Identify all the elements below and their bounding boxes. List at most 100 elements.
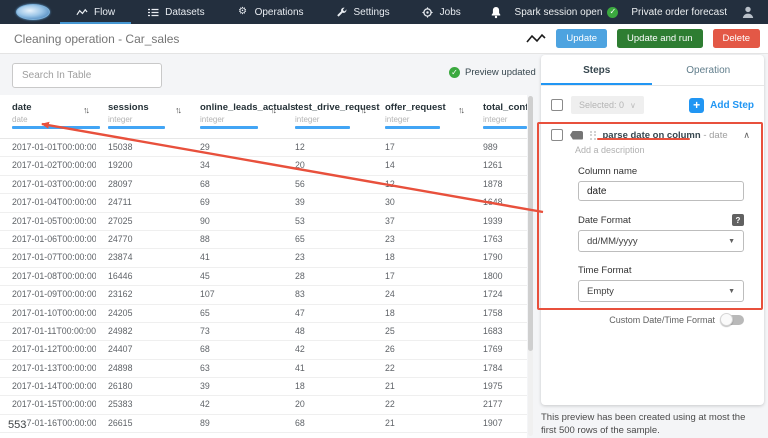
sort-icon[interactable]: ↑↓	[175, 105, 180, 115]
select-all-checkbox[interactable]	[551, 99, 563, 111]
table-header-row: date date ↑↓ sessions integer ↑↓ online_…	[0, 95, 527, 139]
nav-item-settings[interactable]: Settings	[320, 0, 406, 24]
column-header-online-leads-actuals[interactable]: online_leads_actuals integer ↑↓	[188, 95, 283, 138]
table-scrollbar[interactable]	[528, 96, 533, 436]
table-row[interactable]: 2017-01-12T00:00:00.000Z244076842261769	[0, 341, 527, 359]
title-bar-actions: Update Update and run Delete	[526, 29, 768, 48]
table-row[interactable]: 2017-01-08T00:00:00.000Z164464528171800	[0, 268, 527, 286]
chevron-up-icon[interactable]: ∧	[743, 130, 750, 141]
table-row[interactable]: 2017-01-02T00:00:00.000Z192003420141261	[0, 157, 527, 175]
nav-item-operations[interactable]: ⚙ Operations	[221, 0, 320, 24]
table-cell: 1800	[471, 268, 527, 285]
table-cell: 15038	[96, 139, 188, 156]
table-row[interactable]: 2017-01-15T00:00:00.000Z253834220222177	[0, 396, 527, 414]
table-cell: 25	[373, 323, 471, 340]
table-row[interactable]: 2017-01-11T00:00:00.000Z249827348251683	[0, 323, 527, 341]
date-format-select[interactable]: dd/MM/yyyy ▼	[578, 230, 744, 252]
delete-button[interactable]: Delete	[713, 29, 760, 48]
column-header-offer-request[interactable]: offer_request integer ↑↓	[373, 95, 471, 138]
user-avatar-icon[interactable]	[740, 4, 756, 20]
search-input[interactable]	[12, 63, 162, 88]
table-scrollbar-thumb[interactable]	[528, 96, 533, 351]
help-icon[interactable]: ?	[732, 214, 744, 226]
table-row[interactable]: 2017-01-16T00:00:00.000Z266158968211907	[0, 415, 527, 433]
table-cell: 2017-01-01T00:00:00.000Z	[0, 139, 96, 156]
table-cell: 69	[188, 194, 283, 211]
settings-wrench-icon	[336, 6, 348, 18]
table-cell: 42	[283, 341, 373, 358]
sort-icon[interactable]: ↑↓	[83, 105, 88, 115]
nav-item-jobs[interactable]: Jobs	[406, 0, 477, 24]
table-row[interactable]: 2017-01-03T00:00:00.000Z280976856121878	[0, 176, 527, 194]
sort-icon[interactable]: ↑↓	[458, 105, 463, 115]
add-step-label: Add Step	[710, 100, 754, 111]
table-cell: 14	[373, 157, 471, 174]
table-cell: 26	[373, 341, 471, 358]
selected-dropdown[interactable]: Selected: 0 ∨	[571, 96, 644, 114]
app-logo[interactable]	[16, 4, 50, 20]
table-row[interactable]: 2017-01-14T00:00:00.000Z261803918211975	[0, 378, 527, 396]
flow-chart-icon[interactable]	[526, 33, 546, 45]
table-cell: 20	[283, 157, 373, 174]
custom-format-toggle[interactable]	[722, 315, 744, 325]
table-row[interactable]: 2017-01-06T00:00:00.000Z247708865231763	[0, 231, 527, 249]
plus-icon: +	[689, 98, 704, 113]
column-header-test-drive-request[interactable]: test_drive_request integer ↑↓	[283, 95, 373, 138]
sort-icon[interactable]: ↑↓	[270, 105, 275, 115]
page-title: Cleaning operation - Car_sales	[14, 32, 179, 46]
table-cell: 1683	[471, 323, 527, 340]
drag-handle-icon[interactable]	[590, 131, 596, 140]
tab-operation[interactable]: Operation	[653, 55, 765, 85]
table-row[interactable]: 2017-01-07T00:00:00.000Z238744123181790	[0, 249, 527, 267]
jobs-icon	[422, 6, 434, 18]
table-row[interactable]: 2017-01-09T00:00:00.000Z2316210783241724	[0, 286, 527, 304]
table-cell: 2017-01-14T00:00:00.000Z	[0, 378, 96, 395]
top-navbar: Flow Datasets ⚙ Operations Settings Jobs	[0, 0, 768, 24]
column-name-input[interactable]	[578, 181, 744, 201]
table-cell: 90	[188, 213, 283, 230]
column-header-sessions[interactable]: sessions integer ↑↓	[96, 95, 188, 138]
add-step-button[interactable]: + Add Step	[689, 98, 754, 113]
table-cell: 2017-01-10T00:00:00.000Z	[0, 305, 96, 322]
nav-item-datasets[interactable]: Datasets	[131, 0, 220, 24]
table-cell: 2017-01-08T00:00:00.000Z	[0, 268, 96, 285]
table-row[interactable]: 2017-01-05T00:00:00.000Z270259053371939	[0, 213, 527, 231]
table-cell: 17	[373, 268, 471, 285]
nav-item-flow[interactable]: Flow	[60, 0, 131, 24]
sort-icon[interactable]: ↑↓	[360, 105, 365, 115]
table-cell: 83	[283, 286, 373, 303]
title-bar: Cleaning operation - Car_sales Update Up…	[0, 24, 768, 54]
table-row[interactable]: 2017-01-13T00:00:00.000Z248986341221784	[0, 360, 527, 378]
table-cell: 1769	[471, 341, 527, 358]
column-type: date	[12, 115, 96, 124]
step-description-placeholder[interactable]: Add a description	[575, 145, 764, 155]
tab-steps[interactable]: Steps	[541, 55, 653, 85]
table-cell: 18	[373, 249, 471, 266]
table-cell: 89	[188, 415, 283, 432]
time-format-select[interactable]: Empty ▼	[578, 280, 744, 302]
table-cell: 26180	[96, 378, 188, 395]
table-cell: 18	[283, 378, 373, 395]
table-cell: 2017-01-06T00:00:00.000Z	[0, 231, 96, 248]
table-cell: 1724	[471, 286, 527, 303]
table-cell: 45	[188, 268, 283, 285]
operations-gear-icon: ⚙	[237, 6, 249, 18]
bell-icon[interactable]	[490, 6, 502, 19]
table-cell: 1939	[471, 213, 527, 230]
update-button[interactable]: Update	[556, 29, 607, 48]
step-checkbox[interactable]	[551, 129, 563, 141]
table-cell: 24770	[96, 231, 188, 248]
column-header-date[interactable]: date date ↑↓	[0, 95, 96, 138]
table-cell: 68	[283, 415, 373, 432]
table-row[interactable]: 2017-01-10T00:00:00.000Z242056547181758	[0, 305, 527, 323]
project-name[interactable]: Private order forecast	[631, 7, 727, 18]
table-cell: 39	[283, 194, 373, 211]
steps-toolbar: Selected: 0 ∨ + Add Step	[551, 94, 754, 116]
table-row[interactable]: 2017-01-04T00:00:00.000Z247116939301648	[0, 194, 527, 212]
table-row[interactable]: 2017-01-01T00:00:00.000Z15038291217989	[0, 139, 527, 157]
update-and-run-button[interactable]: Update and run	[617, 29, 703, 48]
step-header[interactable]: parse date on column - date ∧	[551, 129, 754, 141]
table-cell: 107	[188, 286, 283, 303]
table-cell: 2017-01-11T00:00:00.000Z	[0, 323, 96, 340]
column-header-total-configs[interactable]: total_configs integer	[471, 95, 527, 138]
